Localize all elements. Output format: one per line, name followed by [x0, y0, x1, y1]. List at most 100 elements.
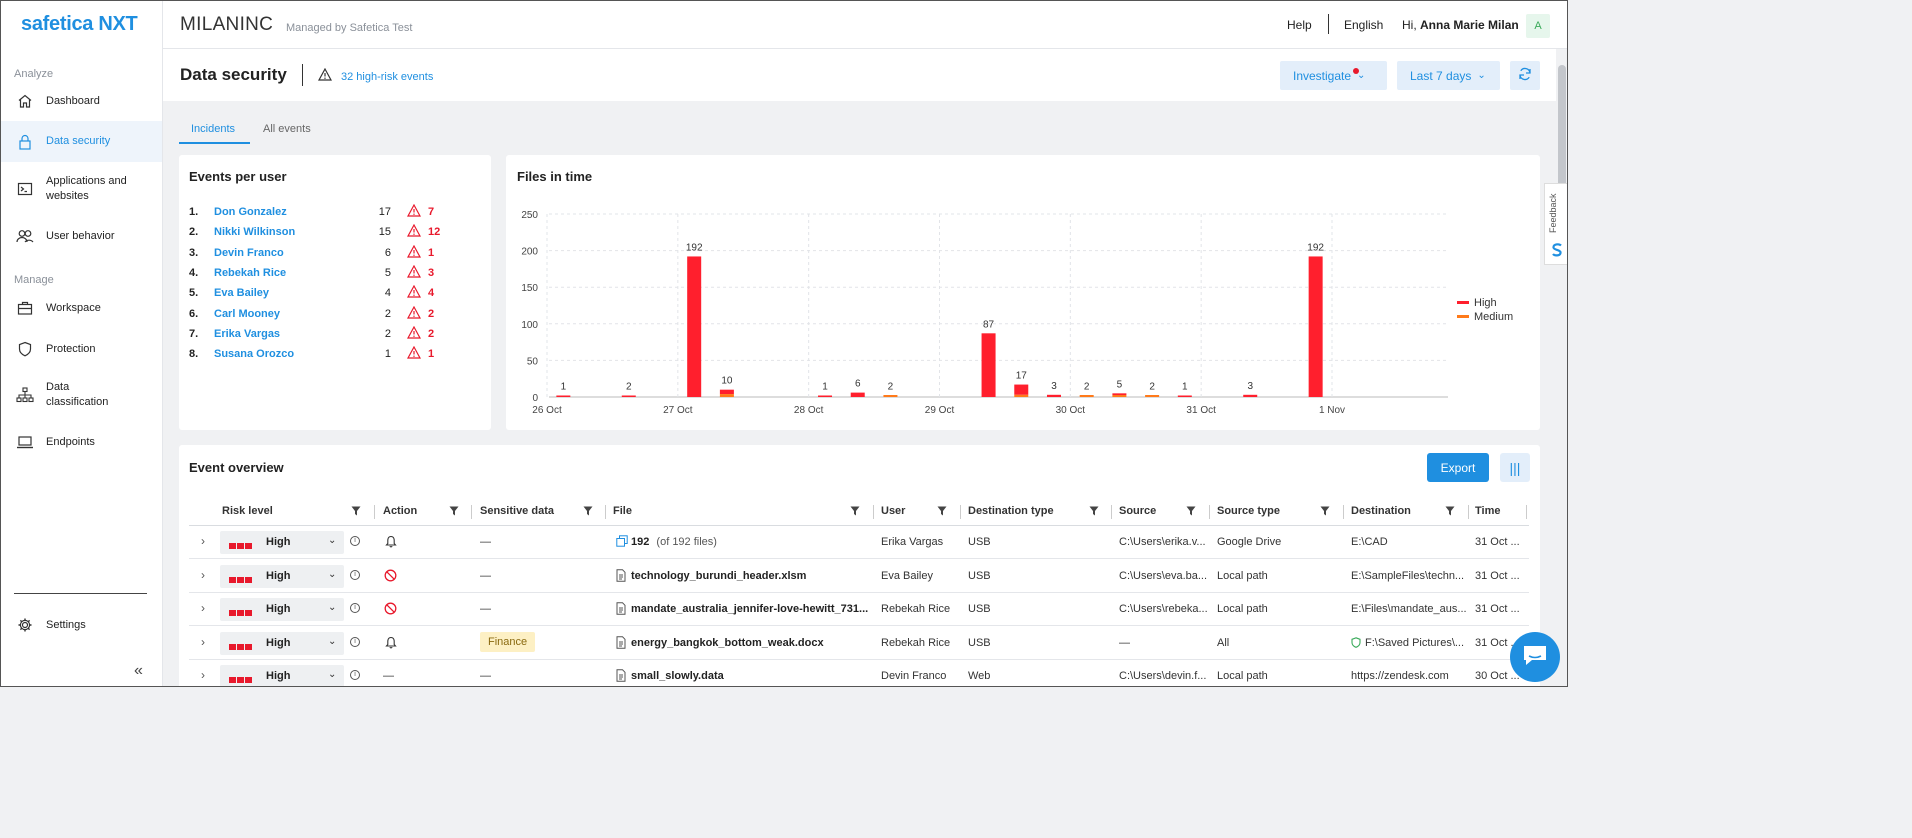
table-row[interactable]: › High ⌄ i — mandate_australia_jennifer-love-…	[189, 593, 1529, 626]
source-value: C:\Users\erika.v...	[1119, 536, 1206, 548]
chat-button[interactable]	[1510, 632, 1560, 682]
app-window: safetica NXT Analyze Dashboard Data secu…	[0, 0, 1568, 687]
filter-icon[interactable]	[583, 506, 593, 519]
column-risk-level[interactable]: Risk level	[222, 505, 273, 517]
bell-icon	[385, 636, 397, 652]
sidebar-item-applications[interactable]: Applications and websites	[1, 171, 162, 207]
filter-icon[interactable]	[850, 506, 860, 519]
help-link[interactable]: Help	[1287, 18, 1312, 32]
filter-icon[interactable]	[351, 506, 361, 519]
avatar[interactable]: A	[1526, 14, 1550, 38]
events-per-user-row: 2. Nikki Wilkinson 15 12	[189, 224, 479, 246]
column-separator	[873, 505, 874, 519]
block-icon	[384, 569, 397, 585]
expand-row-icon[interactable]: ›	[201, 635, 205, 649]
column-time[interactable]: Time	[1475, 505, 1500, 517]
user-link[interactable]: Don Gonzalez	[214, 206, 287, 218]
bar-high	[818, 395, 833, 397]
sidebar-item-protection[interactable]: Protection	[1, 335, 162, 363]
bar-medium	[1145, 395, 1160, 397]
period-dropdown[interactable]: Last 7 days ⌄	[1397, 61, 1500, 90]
sidebar-item-user-behavior[interactable]: User behavior	[1, 222, 162, 250]
language-selector[interactable]: English	[1344, 18, 1383, 32]
filter-icon[interactable]	[449, 506, 459, 519]
filter-icon[interactable]	[1186, 506, 1196, 519]
user-link[interactable]: Nikki Wilkinson	[214, 226, 295, 238]
info-icon[interactable]: i	[350, 636, 360, 647]
user-greeting[interactable]: Hi, Anna Marie Milan	[1402, 18, 1519, 32]
expand-row-icon[interactable]: ›	[201, 668, 205, 682]
file-name[interactable]: small_slowly.data	[631, 670, 873, 682]
table-row[interactable]: › High ⌄ i — — small_slowly.data Devin Franco We…	[189, 660, 1529, 686]
file-icon	[616, 635, 626, 652]
info-icon[interactable]: i	[350, 569, 360, 580]
chevron-down-icon: ⌄	[328, 669, 337, 680]
refresh-button[interactable]	[1510, 61, 1540, 90]
export-button[interactable]: Export	[1427, 453, 1489, 482]
filter-icon[interactable]	[1445, 506, 1455, 519]
risk-level-text: High	[266, 569, 291, 582]
file-name[interactable]: energy_bangkok_bottom_weak.docx	[631, 637, 873, 649]
column-user[interactable]: User	[881, 505, 905, 517]
scrollbar-thumb[interactable]	[1558, 65, 1566, 195]
high-risk-count: 7	[428, 206, 435, 218]
columns-button[interactable]: |||	[1500, 453, 1530, 482]
sensitive-value: —	[480, 569, 491, 582]
bar-medium	[1014, 394, 1029, 397]
file-name[interactable]: mandate_australia_jennifer-love-hewitt_7…	[631, 603, 873, 615]
column-destination-type[interactable]: Destination type	[968, 505, 1054, 517]
column-destination[interactable]: Destination	[1351, 505, 1411, 517]
sidebar-item-data-classification[interactable]: Data classification	[1, 377, 162, 413]
table-row[interactable]: › High ⌄ i — 192 (of 192 files) Erika Vargas US…	[189, 526, 1529, 559]
user-link[interactable]: Rebekah Rice	[214, 267, 286, 279]
column-sensitive-data[interactable]: Sensitive data	[480, 505, 554, 517]
bar-high	[1046, 394, 1061, 397]
data-label: 192	[686, 242, 703, 253]
table-row[interactable]: › High ⌄ i Finance energy_bangkok_bottom_weak…	[189, 627, 1529, 660]
column-source[interactable]: Source	[1119, 505, 1156, 517]
table-row[interactable]: › High ⌄ i — technology_burundi_header.xlsm Ev…	[189, 560, 1529, 593]
sidebar-item-dashboard[interactable]: Dashboard	[1, 87, 162, 115]
tab-all-events[interactable]: All events	[263, 123, 311, 135]
info-icon[interactable]: i	[350, 536, 360, 546]
expand-row-icon[interactable]: ›	[201, 601, 205, 615]
sidebar-item-settings[interactable]: Settings	[1, 611, 162, 639]
filter-icon[interactable]	[1089, 506, 1099, 519]
sidebar-item-endpoints[interactable]: Endpoints	[1, 428, 162, 456]
risk-level-select[interactable]: High ⌄	[220, 665, 344, 686]
filter-icon[interactable]	[937, 506, 947, 519]
file-name[interactable]: technology_burundi_header.xlsm	[631, 570, 873, 582]
risk-level-select[interactable]: High ⌄	[220, 598, 344, 621]
user-link[interactable]: Eva Bailey	[214, 287, 269, 299]
tab-incidents[interactable]: Incidents	[191, 123, 235, 135]
file-name[interactable]: 192 (of 192 files)	[631, 536, 873, 548]
shield-check-icon	[1351, 636, 1361, 651]
column-action[interactable]: Action	[383, 505, 417, 517]
data-label: 1	[1182, 382, 1188, 393]
time-value: 31 Oct ...	[1475, 603, 1520, 615]
sidebar-item-label: Workspace	[46, 301, 101, 314]
collapse-sidebar-icon[interactable]: «	[134, 662, 143, 680]
user-link[interactable]: Carl Mooney	[214, 308, 280, 320]
expand-row-icon[interactable]: ›	[201, 568, 205, 582]
file-count: (of 192 files)	[656, 536, 717, 548]
user-link[interactable]: Devin Franco	[214, 247, 284, 259]
sidebar-item-data-security[interactable]: Data security	[1, 121, 162, 162]
risk-level-select[interactable]: High ⌄	[220, 531, 344, 554]
user-link[interactable]: Erika Vargas	[214, 328, 280, 340]
expand-row-icon[interactable]: ›	[201, 534, 205, 548]
column-source-type[interactable]: Source type	[1217, 505, 1280, 517]
info-icon[interactable]: i	[350, 670, 360, 680]
risk-level-select[interactable]: High ⌄	[220, 564, 344, 588]
filter-icon[interactable]	[1320, 506, 1330, 519]
user-link[interactable]: Susana Orozco	[214, 348, 294, 360]
column-file[interactable]: File	[613, 505, 632, 517]
high-risk-events-link[interactable]: 32 high-risk events	[341, 71, 433, 83]
investigate-button[interactable]: Investigate ⌄	[1280, 61, 1387, 90]
data-label: 3	[1247, 381, 1253, 392]
risk-level-select[interactable]: High ⌄	[220, 631, 344, 655]
managed-by: Managed by Safetica Test	[286, 22, 413, 34]
bar-medium	[719, 394, 734, 397]
sidebar-item-workspace[interactable]: Workspace	[1, 294, 162, 322]
info-icon[interactable]: i	[350, 603, 360, 613]
